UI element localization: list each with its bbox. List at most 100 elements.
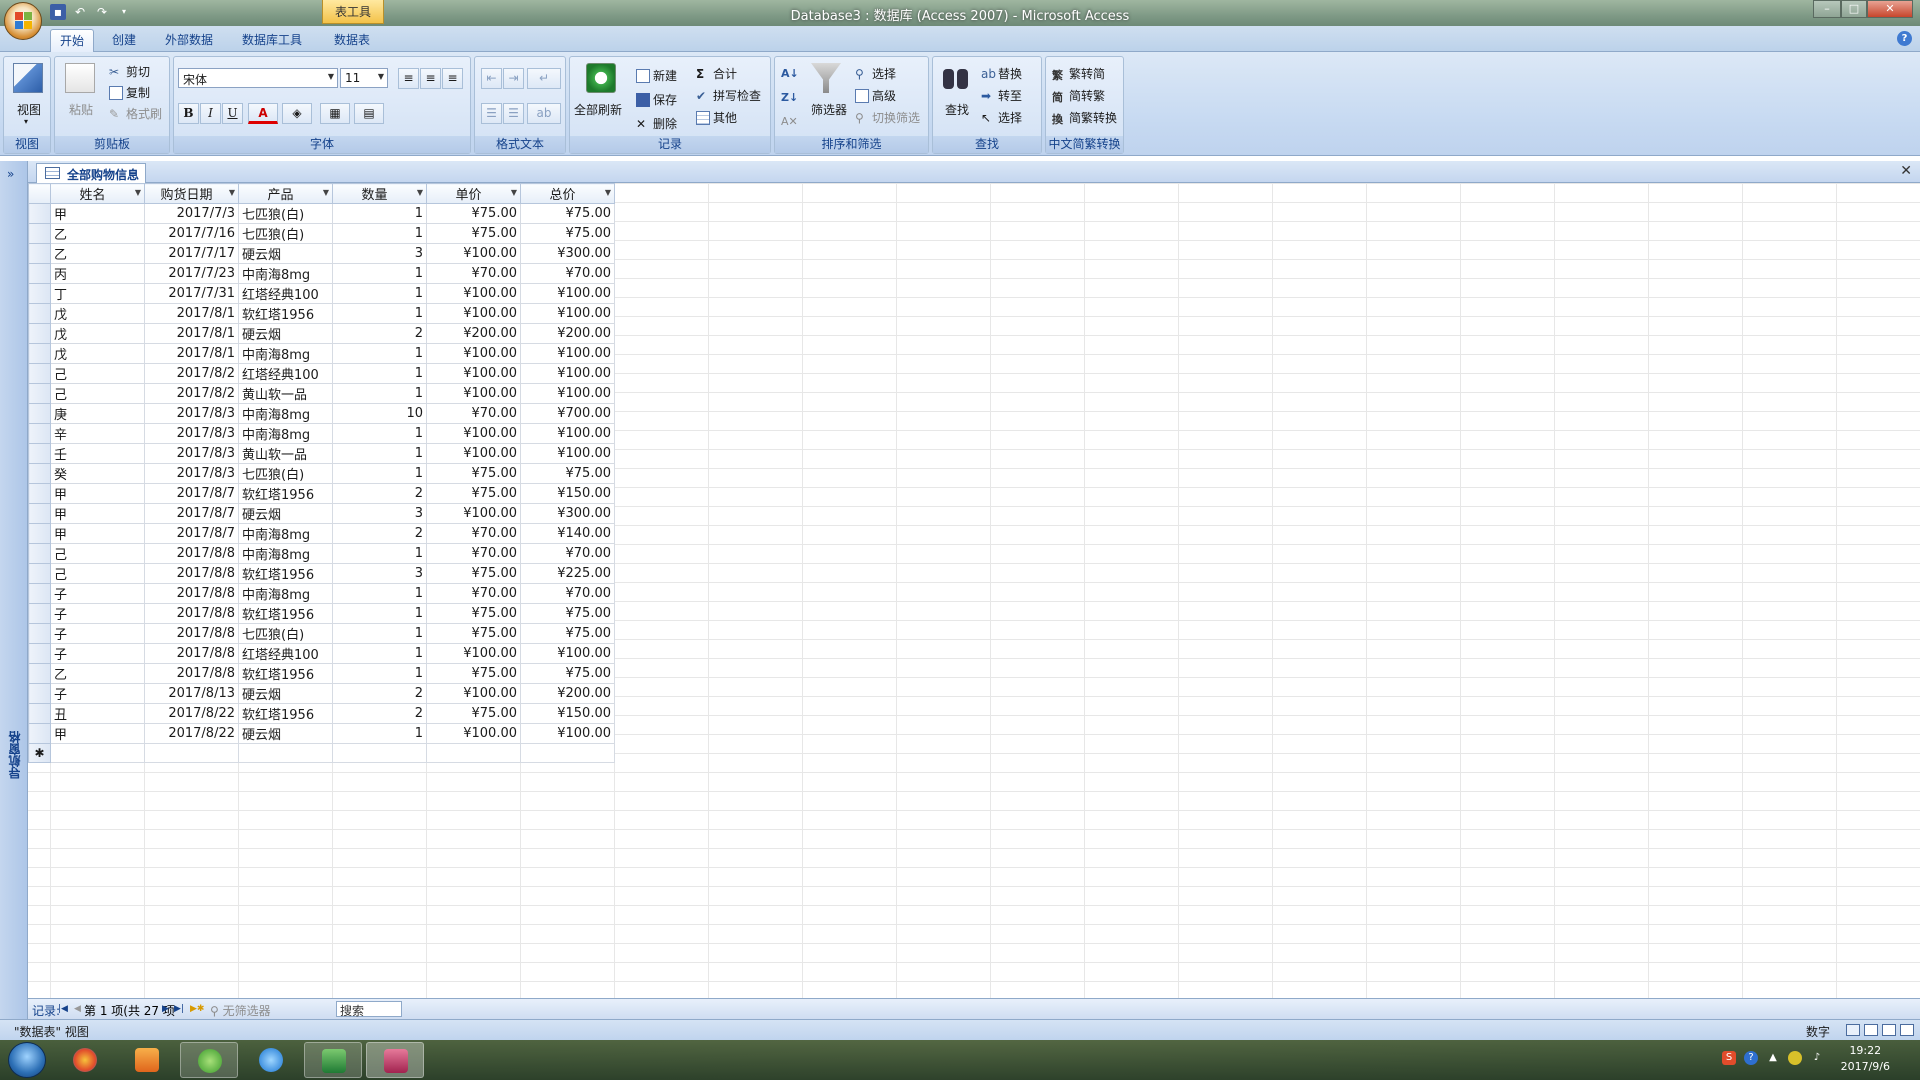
tray-arrow-icon[interactable]: ▲	[1766, 1051, 1780, 1065]
goto-button[interactable]: ➡ 转至	[981, 87, 1022, 104]
align-center-button[interactable]: ≡	[420, 68, 441, 89]
copy-button[interactable]: 复制	[109, 84, 150, 101]
table-cell[interactable]: 七匹狼(白)	[238, 463, 333, 484]
network-icon[interactable]	[1788, 1051, 1802, 1065]
replace-button[interactable]: ab 替换	[981, 65, 1022, 82]
more-button[interactable]: 其他	[696, 109, 737, 126]
customize-qat-icon[interactable]: ▾	[116, 4, 132, 20]
row-selector[interactable]	[28, 343, 51, 364]
tab-external-data[interactable]: 外部数据	[158, 29, 220, 52]
datasheet-view-icon[interactable]	[1846, 1024, 1860, 1036]
highlight-button[interactable]: ab	[527, 103, 561, 124]
table-cell[interactable]	[144, 743, 239, 763]
save-icon[interactable]: ▪	[50, 4, 66, 20]
table-cell[interactable]: ¥75.00	[520, 623, 615, 644]
chevron-down-icon[interactable]: ▼	[323, 188, 329, 197]
table-cell[interactable]	[426, 743, 521, 763]
expand-nav-icon[interactable]: »	[7, 167, 14, 181]
table-cell[interactable]: ¥100.00	[426, 343, 521, 364]
table-cell[interactable]: 七匹狼(白)	[238, 223, 333, 244]
table-row[interactable]: 丙 2017/7/23 中南海8mg 1 ¥70.00 ¥70.00	[28, 263, 615, 284]
table-cell[interactable]: 1	[332, 303, 427, 324]
pivotchart-view-icon[interactable]	[1882, 1024, 1896, 1036]
table-row[interactable]: 乙 2017/7/17 硬云烟 3 ¥100.00 ¥300.00	[28, 243, 615, 264]
table-cell[interactable]: 1	[332, 223, 427, 244]
table-row[interactable]: 子 2017/8/8 中南海8mg 1 ¥70.00 ¥70.00	[28, 583, 615, 604]
table-cell[interactable]: ¥70.00	[426, 583, 521, 604]
select-all-cell[interactable]	[28, 183, 51, 204]
chevron-down-icon[interactable]: ▼	[511, 188, 517, 197]
taskbar-app-access[interactable]	[366, 1042, 424, 1078]
table-cell[interactable]: 1	[332, 543, 427, 564]
refresh-icon[interactable]	[586, 63, 616, 93]
table-cell[interactable]: 子	[50, 643, 145, 664]
help-tray-icon[interactable]: ?	[1744, 1051, 1758, 1065]
table-cell[interactable]: 1	[332, 583, 427, 604]
table-row[interactable]: 子 2017/8/8 软红塔1956 1 ¥75.00 ¥75.00	[28, 603, 615, 624]
row-selector[interactable]	[28, 543, 51, 564]
row-selector[interactable]	[28, 703, 51, 724]
fill-color-button[interactable]: ◈	[282, 103, 312, 124]
table-row[interactable]: 戊 2017/8/1 软红塔1956 1 ¥100.00 ¥100.00	[28, 303, 615, 324]
filter-button[interactable]: 筛选器	[811, 101, 847, 118]
table-cell[interactable]: ¥100.00	[520, 443, 615, 464]
table-cell[interactable]: 红塔经典100	[238, 363, 333, 384]
table-row[interactable]: 子 2017/8/8 七匹狼(白) 1 ¥75.00 ¥75.00	[28, 623, 615, 644]
toggle-filter-button[interactable]: ⚲ 切换筛选	[855, 109, 920, 126]
table-cell[interactable]: 软红塔1956	[238, 303, 333, 324]
paste-icon[interactable]	[65, 63, 95, 93]
table-cell[interactable]: ¥100.00	[426, 643, 521, 664]
font-color-button[interactable]: A	[248, 103, 278, 124]
row-selector[interactable]	[28, 423, 51, 444]
chevron-down-icon[interactable]: ▼	[229, 188, 235, 197]
font-name-combo[interactable]: 宋体 ▼	[178, 68, 338, 88]
table-cell[interactable]: 2017/8/2	[144, 363, 239, 384]
view-button[interactable]: 视图	[17, 101, 41, 118]
view-dropdown-icon[interactable]: ▾	[24, 117, 28, 126]
help-icon[interactable]: ?	[1897, 31, 1912, 46]
table-cell[interactable]: 2017/7/23	[144, 263, 239, 284]
tab-create[interactable]: 创建	[102, 29, 146, 52]
table-cell[interactable]: 1	[332, 463, 427, 484]
save-record-button[interactable]: 保存	[636, 91, 677, 108]
tab-datasheet[interactable]: 数据表	[324, 29, 380, 52]
table-cell[interactable]: 甲	[50, 523, 145, 544]
delete-record-button[interactable]: ✕ 删除	[636, 115, 677, 132]
table-cell[interactable]: ¥700.00	[520, 403, 615, 424]
search-input[interactable]: 搜索	[336, 1001, 402, 1018]
refresh-all-button[interactable]: 全部刷新	[574, 101, 622, 118]
table-cell[interactable]: 七匹狼(白)	[238, 623, 333, 644]
column-header-unit-price[interactable]: 单价 ▼	[426, 183, 521, 204]
table-cell[interactable]: ¥200.00	[426, 323, 521, 344]
close-icon[interactable]: ✕	[1900, 163, 1912, 179]
table-cell[interactable]: 2	[332, 683, 427, 704]
previous-record-icon[interactable]: ◀	[74, 1004, 81, 1014]
table-cell[interactable]: ¥75.00	[520, 203, 615, 224]
row-selector[interactable]	[28, 583, 51, 604]
table-cell[interactable]: ¥75.00	[520, 603, 615, 624]
table-row[interactable]: 己 2017/8/2 红塔经典100 1 ¥100.00 ¥100.00	[28, 363, 615, 384]
table-cell[interactable]: 2017/8/1	[144, 303, 239, 324]
table-cell[interactable]: 红塔经典100	[238, 643, 333, 664]
table-cell[interactable]: ¥150.00	[520, 483, 615, 504]
table-cell[interactable]: 软红塔1956	[238, 703, 333, 724]
row-selector[interactable]	[28, 303, 51, 324]
row-selector[interactable]	[28, 463, 51, 484]
next-record-icon[interactable]: ▶	[162, 1004, 169, 1014]
ime-icon[interactable]: S	[1722, 1051, 1736, 1065]
table-cell[interactable]: ¥75.00	[520, 663, 615, 684]
table-cell[interactable]: 2017/8/8	[144, 663, 239, 684]
table-cell[interactable]: 己	[50, 363, 145, 384]
table-cell[interactable]: 黄山软一品	[238, 383, 333, 404]
new-record-marker[interactable]: ✱	[28, 743, 51, 763]
table-cell[interactable]: 中南海8mg	[238, 423, 333, 444]
table-cell[interactable]: 1	[332, 723, 427, 744]
totals-button[interactable]: Σ 合计	[696, 65, 737, 82]
first-record-icon[interactable]: |◀	[58, 1004, 68, 1014]
spelling-button[interactable]: ✔ 拼写检查	[696, 87, 761, 104]
table-row[interactable]: 己 2017/8/8 中南海8mg 1 ¥70.00 ¥70.00	[28, 543, 615, 564]
navigation-pane[interactable]: » 导航窗格	[0, 161, 28, 1019]
table-cell[interactable]: ¥100.00	[426, 443, 521, 464]
system-clock[interactable]: 19:22 2017/9/6	[1841, 1043, 1890, 1075]
table-cell[interactable]: 1	[332, 263, 427, 284]
